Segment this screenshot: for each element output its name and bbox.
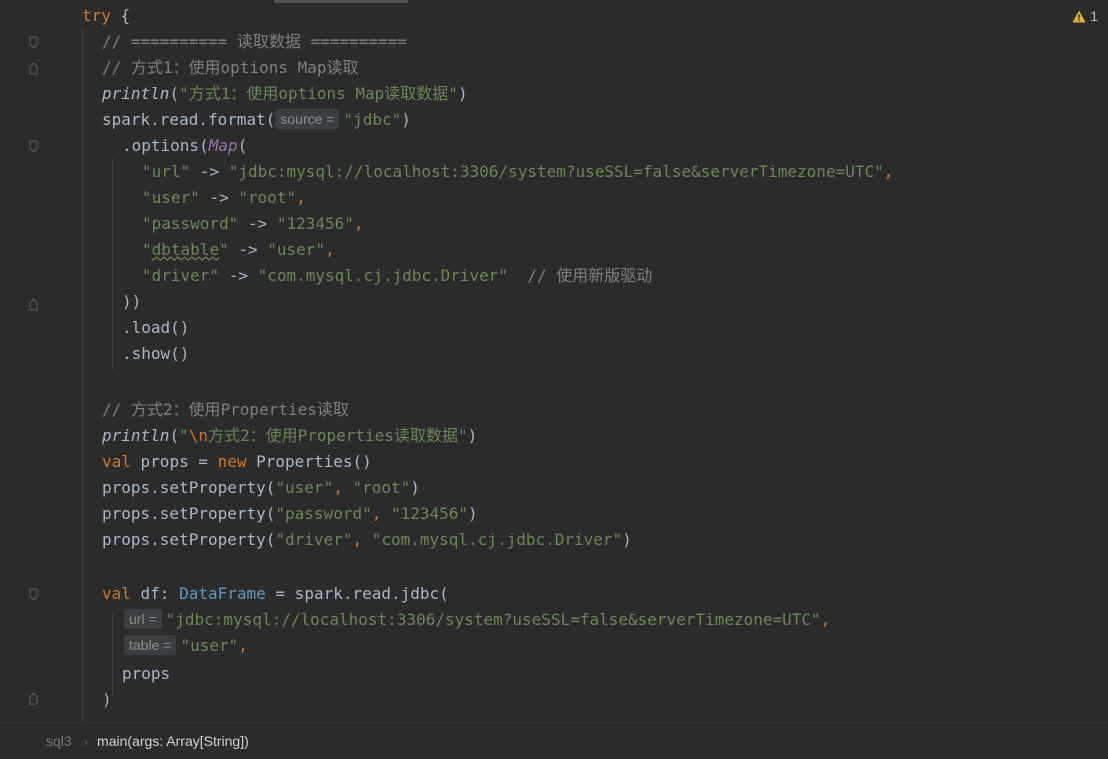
editor-gutter	[0, 0, 66, 722]
code-line: ))	[122, 292, 142, 311]
code-editor[interactable]: 1 try { // ========== 读取数据 ========== //…	[0, 0, 1108, 722]
warning-icon	[1072, 10, 1086, 22]
horizontal-scrollbar[interactable]	[274, 0, 408, 3]
keyword: try	[82, 6, 111, 25]
fold-icon[interactable]	[29, 588, 38, 601]
fold-icon[interactable]	[29, 62, 38, 75]
string: "jdbc"	[343, 110, 402, 129]
warning-count: 1	[1090, 8, 1098, 24]
code-line: props.setProperty("user", "root")	[102, 478, 420, 497]
code-line: props	[122, 664, 171, 683]
code-line: "dbtable" -> "user",	[142, 240, 335, 259]
fold-icon[interactable]	[29, 36, 38, 49]
function-name: println	[102, 426, 170, 445]
comment: // 方式1：使用options Map读取	[102, 58, 359, 77]
code-line: .load()	[122, 318, 190, 337]
param-hint: url =	[124, 609, 162, 629]
comment: // ========== 读取数据 ==========	[102, 32, 407, 51]
comment: // 使用新版驱动	[508, 266, 653, 285]
code-line: spark.read.format(source = "jdbc")	[102, 109, 411, 129]
code-line: table = "user",	[124, 633, 248, 659]
function-name: println	[102, 84, 170, 103]
indent-guide	[82, 27, 83, 722]
code-line: .show()	[122, 344, 190, 363]
code-line: props.setProperty("driver", "com.mysql.c…	[102, 530, 632, 549]
code-line: "url" -> "jdbc:mysql://localhost:3306/sy…	[142, 162, 894, 181]
code-line: "driver" -> "com.mysql.cj.jdbc.Driver" /…	[142, 266, 653, 285]
breadcrumb: sql3 › main(args: Array[String])	[0, 722, 1108, 759]
warning-indicator[interactable]: 1	[1072, 8, 1098, 24]
indent-guide	[112, 610, 113, 696]
code-line: val df: DataFrame = spark.read.jdbc(	[102, 584, 449, 603]
code-line: println("\n方式2：使用Properties读取数据")	[102, 426, 478, 445]
code-line: println("方式1：使用options Map读取数据")	[102, 84, 468, 103]
code-line: url = "jdbc:mysql://localhost:3306/system…	[124, 607, 830, 633]
type-name: DataFrame	[179, 584, 266, 603]
breadcrumb-function[interactable]: main(args: Array[String])	[97, 733, 249, 749]
fold-icon[interactable]	[29, 140, 38, 153]
code-line: "user" -> "root",	[142, 188, 306, 207]
breadcrumb-file[interactable]: sql3	[46, 733, 72, 749]
code-line: .options(Map(	[122, 136, 248, 155]
code-line: props.setProperty("password", "123456")	[102, 504, 478, 523]
param-hint: table =	[124, 635, 177, 655]
spell-warning: dbtable	[151, 240, 220, 259]
code-line: val props = new Properties()	[102, 452, 372, 471]
code-line: try {	[82, 6, 131, 25]
fold-icon[interactable]	[29, 298, 38, 311]
indent-guide	[112, 158, 113, 370]
code-line: // ========== 读取数据 ==========	[102, 29, 407, 55]
param-hint: source =	[275, 109, 340, 129]
code-line: // 方式2：使用Properties读取	[102, 397, 349, 423]
fold-icon[interactable]	[29, 692, 38, 705]
code-line: )	[102, 690, 112, 709]
type-name: Map	[208, 136, 238, 155]
string: "方式1：使用options Map读取数据"	[179, 84, 458, 103]
escape-sequence: \n	[188, 426, 208, 445]
code-line: "password" -> "123456",	[142, 214, 364, 233]
code-line: // 方式1：使用options Map读取	[102, 55, 359, 81]
comment: // 方式2：使用Properties读取	[102, 400, 349, 419]
breadcrumb-separator: ›	[83, 733, 89, 749]
